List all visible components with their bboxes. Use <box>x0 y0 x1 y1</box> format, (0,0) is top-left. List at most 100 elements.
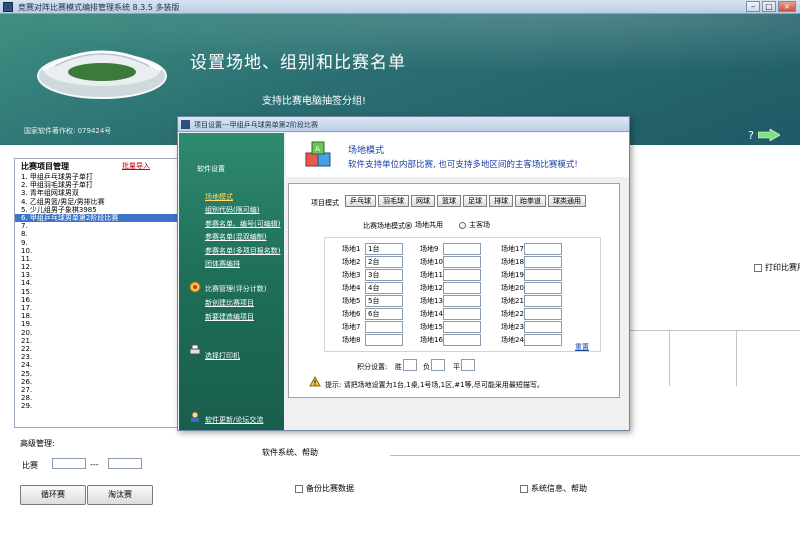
venue-input[interactable] <box>524 334 562 346</box>
venue-input[interactable] <box>524 295 562 307</box>
venue-input[interactable]: 2台 <box>365 256 403 268</box>
match-list-item[interactable]: 3. 青年组网球男双 <box>15 189 178 197</box>
shared-venue-option[interactable]: 场地共用 <box>405 220 443 230</box>
venue-input[interactable] <box>524 269 562 281</box>
match-list-item[interactable]: 18. <box>15 312 178 320</box>
sidebar-link[interactable]: 参赛名单(混双编制) <box>205 232 266 242</box>
match-list-item[interactable]: 28. <box>15 394 178 402</box>
match-list-item[interactable]: 16. <box>15 296 178 304</box>
project-mode-button[interactable]: 乒乓球 <box>345 195 376 207</box>
venue-input[interactable]: 4台 <box>365 282 403 294</box>
venue-input[interactable]: 5台 <box>365 295 403 307</box>
sidebar-link[interactable]: 组别代码(限可编) <box>205 205 259 215</box>
venue-input[interactable] <box>443 269 481 281</box>
venue-label: 场地11 <box>420 271 443 279</box>
match-list-item[interactable]: 9. <box>15 239 178 247</box>
round-robin-button[interactable]: 循环赛 <box>20 485 86 505</box>
match-to-input[interactable] <box>108 458 142 469</box>
sidebar-link[interactable]: 参赛名单、编号(可编辑) <box>205 219 280 229</box>
venue-input[interactable] <box>524 321 562 333</box>
print-tables-option[interactable]: 打印比赛用表 <box>754 262 800 273</box>
venue-input[interactable] <box>443 308 481 320</box>
venue-input[interactable] <box>524 282 562 294</box>
select-printer-link[interactable]: 选择打印机 <box>205 351 240 361</box>
match-list-item[interactable]: 22. <box>15 345 178 353</box>
forward-arrow-icon[interactable] <box>758 129 780 141</box>
home-away-radio[interactable] <box>459 221 466 229</box>
project-mode-button[interactable]: 跆拳道 <box>515 195 546 207</box>
match-list-item[interactable]: 27. <box>15 386 178 394</box>
match-list-item[interactable]: 24. <box>15 361 178 369</box>
minimize-button[interactable]: – <box>746 1 760 12</box>
match-list-item[interactable]: 20. <box>15 329 178 337</box>
score-lose-input[interactable] <box>431 359 445 371</box>
venue-input[interactable] <box>524 243 562 255</box>
score-draw-input[interactable] <box>461 359 475 371</box>
match-list-item[interactable]: 19. <box>15 320 178 328</box>
backup-checkbox[interactable] <box>295 484 303 493</box>
sidebar-link[interactable]: 参赛名单(多项目报名数) <box>205 246 280 256</box>
match-list-item[interactable]: 13. <box>15 271 178 279</box>
project-mode-button[interactable]: 羽毛球 <box>378 195 409 207</box>
project-mode-button[interactable]: 篮球 <box>437 195 461 207</box>
venue-input[interactable] <box>524 256 562 268</box>
project-mode-button[interactable]: 网球 <box>411 195 435 207</box>
match-list-item[interactable]: 1. 甲组乒乓球男子单打 <box>15 173 178 181</box>
match-list-item[interactable]: 15. <box>15 288 178 296</box>
system-info-option[interactable]: 系统信息、帮助 <box>520 483 587 494</box>
batch-import-link[interactable]: 批量导入 <box>122 161 150 173</box>
help-icon[interactable]: ? <box>748 129 754 142</box>
match-list-item[interactable]: 8. <box>15 230 178 238</box>
venue-input[interactable]: 6台 <box>365 308 403 320</box>
sidebar-link[interactable]: 场地模式 <box>205 192 233 202</box>
score-win-input[interactable] <box>403 359 417 371</box>
knockout-button[interactable]: 淘汰赛 <box>87 485 153 505</box>
venue-input[interactable] <box>365 334 403 346</box>
project-mode-button[interactable]: 球类通用 <box>548 195 586 207</box>
venue-input[interactable] <box>443 282 481 294</box>
match-list-item[interactable]: 17. <box>15 304 178 312</box>
match-list-item[interactable]: 6. 甲组乒乓球男单第2阶段比赛 <box>15 213 178 223</box>
venue-input[interactable] <box>443 321 481 333</box>
match-list-item[interactable]: 2. 甲组羽毛球男子单打 <box>15 181 178 189</box>
project-mode-button[interactable]: 排球 <box>489 195 513 207</box>
match-list-item[interactable]: 7. <box>15 222 178 230</box>
sidebar-link[interactable]: 新要建造编项目 <box>205 312 254 322</box>
venue-input[interactable] <box>443 256 481 268</box>
home-away-option[interactable]: 主客场 <box>459 220 490 230</box>
advanced-label: 高级管理: <box>20 439 55 448</box>
system-info-checkbox[interactable] <box>520 484 528 493</box>
maximize-button[interactable]: □ <box>762 1 776 12</box>
match-list-item[interactable]: 10. <box>15 247 178 255</box>
match-list-item[interactable]: 26. <box>15 378 178 386</box>
match-from-input[interactable] <box>52 458 86 469</box>
venue-input[interactable] <box>443 243 481 255</box>
match-list-item[interactable]: 11. <box>15 255 178 263</box>
sidebar-link[interactable]: 团体赛编排 <box>205 259 240 269</box>
sidebar-link[interactable]: 新创建比赛项目 <box>205 298 254 308</box>
match-list-item[interactable]: 4. 乙组男篮/男足/男排比赛 <box>15 198 178 206</box>
venue-input[interactable] <box>443 334 481 346</box>
match-list-item[interactable]: 14. <box>15 279 178 287</box>
match-list-item[interactable]: 25. <box>15 370 178 378</box>
match-list[interactable]: 1. 甲组乒乓球男子单打 2. 甲组羽毛球男子单打 3. 青年组网球男双 4. 乙组男… <box>15 173 178 410</box>
backup-option[interactable]: 备份比赛数据 <box>295 483 354 494</box>
venue-input[interactable]: 1台 <box>365 243 403 255</box>
reset-link[interactable]: 重置 <box>575 342 589 352</box>
match-list-item[interactable]: 21. <box>15 337 178 345</box>
match-list-item[interactable]: 12. <box>15 263 178 271</box>
venue-input[interactable]: 3台 <box>365 269 403 281</box>
match-list-item[interactable]: 23. <box>15 353 178 361</box>
venue-row: 场地2 2台 <box>342 256 403 268</box>
software-update-link[interactable]: 软件更新/论坛交流 <box>205 415 263 425</box>
close-button[interactable]: × <box>778 1 796 12</box>
match-list-item[interactable]: 29. <box>15 402 178 410</box>
shared-venue-radio[interactable] <box>405 221 412 229</box>
match-list-item[interactable]: 5. 少儿组男子象棋3985 <box>15 206 178 214</box>
venue-input[interactable] <box>524 308 562 320</box>
print-tables-checkbox[interactable] <box>754 263 762 272</box>
project-mode-button[interactable]: 足球 <box>463 195 487 207</box>
venue-row: 场地17 <box>501 243 562 255</box>
venue-input[interactable] <box>443 295 481 307</box>
venue-input[interactable] <box>365 321 403 333</box>
